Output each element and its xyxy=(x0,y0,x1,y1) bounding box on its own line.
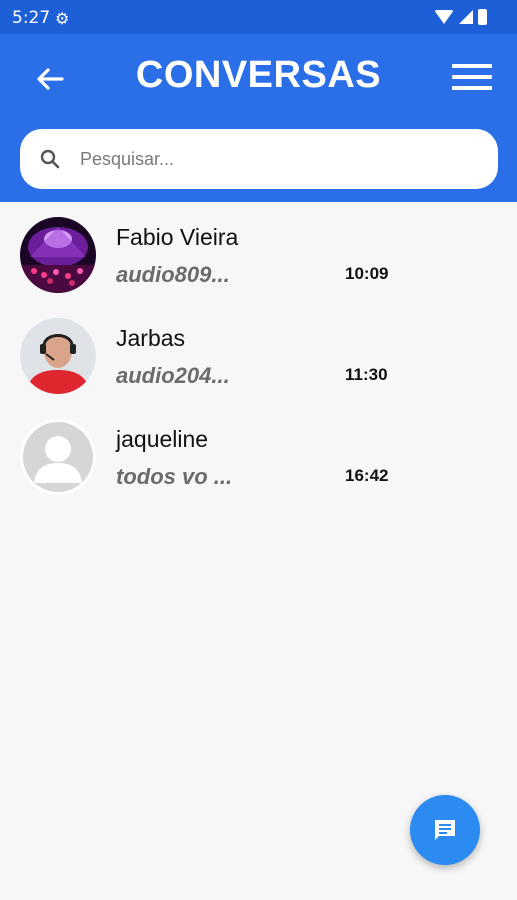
status-bar: 5:27 ⚙ xyxy=(0,0,517,34)
battery-icon xyxy=(478,9,487,25)
message-preview: audio809... xyxy=(116,262,230,287)
contact-name: Jarbas xyxy=(116,325,186,351)
status-icons xyxy=(434,9,487,25)
new-chat-button[interactable] xyxy=(410,795,480,865)
page-title: CONVERSAS xyxy=(135,54,382,96)
conversation-item[interactable]: Fabio Vieira audio809... 10:09 xyxy=(0,202,517,303)
avatar xyxy=(20,419,96,495)
app-bar: CONVERSAS xyxy=(0,34,517,202)
contact-name: Fabio Vieira xyxy=(116,224,239,250)
avatar xyxy=(20,318,96,394)
search-input[interactable] xyxy=(80,141,480,177)
message-preview: todos vo ... xyxy=(116,464,233,489)
search-box[interactable] xyxy=(20,129,498,189)
chat-message-icon xyxy=(435,820,455,840)
message-time: 10:09 xyxy=(345,264,389,283)
conversation-list: Fabio Vieira audio809... 10:09 Jarbas au… xyxy=(0,202,517,505)
arrow-back-icon[interactable] xyxy=(30,59,70,99)
status-time: 5:27 xyxy=(12,8,51,28)
contact-name: jaqueline xyxy=(116,426,209,452)
signal-icon xyxy=(459,10,473,24)
message-preview: audio204... xyxy=(116,363,230,388)
avatar xyxy=(20,217,96,293)
conversation-item[interactable]: jaqueline todos vo ... 16:42 xyxy=(0,404,517,505)
wifi-icon xyxy=(434,10,454,24)
search-icon xyxy=(40,149,60,169)
message-time: 16:42 xyxy=(345,466,389,485)
hamburger-menu-icon[interactable] xyxy=(452,64,492,94)
gear-icon: ⚙ xyxy=(55,11,70,28)
message-time: 11:30 xyxy=(345,365,388,384)
conversation-item[interactable]: Jarbas audio204... 11:30 xyxy=(0,303,517,404)
